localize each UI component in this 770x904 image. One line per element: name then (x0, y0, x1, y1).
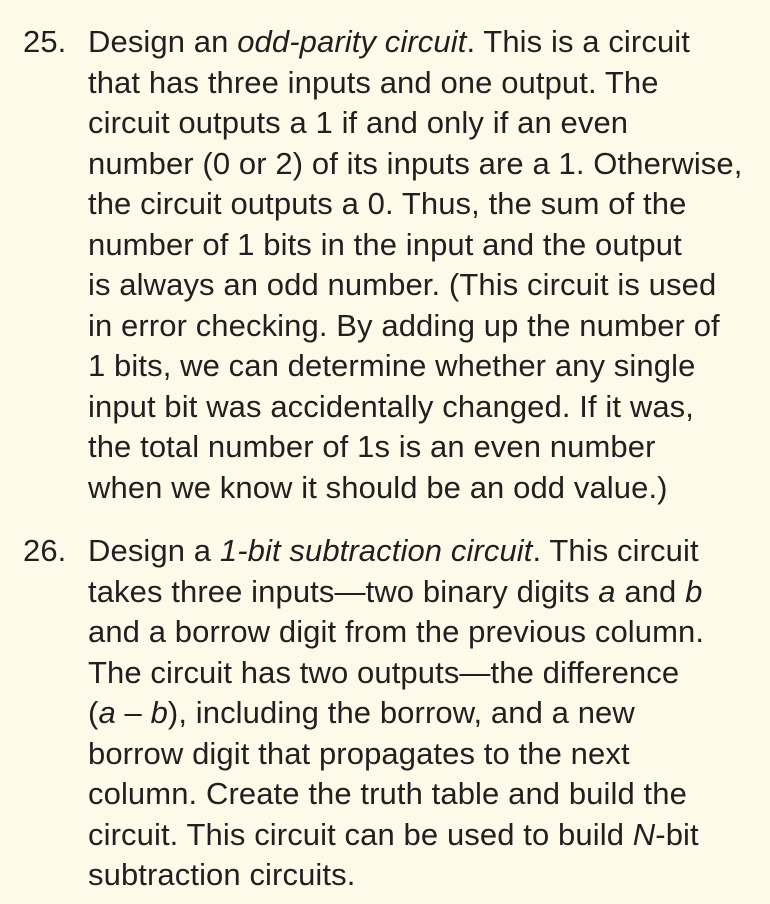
text-run: borrow digit that propagates to the next (88, 735, 630, 771)
italic-term: N (632, 816, 656, 852)
text-run: subtraction circuits. (88, 857, 356, 892)
text-run: number of 1 bits in the input and the ou… (88, 226, 682, 262)
text-run: the total number of 1s is an even number (88, 429, 656, 464)
text-run: that has three inputs and one output. Th… (88, 64, 659, 100)
text-line: Design a 1-bit subtraction circuit. This… (88, 531, 699, 572)
text-line: the total number of 1s is an even number (88, 427, 656, 468)
italic-term: a (98, 695, 116, 730)
text-run: circuit. This circuit can be used to bui… (88, 816, 633, 852)
text-run: -bit (655, 816, 699, 852)
text-line: the circuit outputs a 0. Thus, the sum o… (88, 184, 686, 225)
text-run: – (115, 695, 151, 730)
text-line: subtraction circuits. (88, 855, 355, 896)
text-run: ( (88, 695, 99, 730)
text-run: input bit was accidentally changed. If i… (88, 388, 694, 424)
text-line: takes three inputs—two binary digits a a… (88, 572, 702, 613)
text-line: The circuit has two outputs—the differen… (88, 653, 679, 694)
text-line: (a – b), including the borrow, and a new (88, 693, 635, 734)
text-run: 1 bits, we can determine whether any sin… (88, 348, 696, 383)
text-line: number of 1 bits in the input and the ou… (88, 225, 682, 266)
text-line: 1 bits, we can determine whether any sin… (88, 346, 695, 387)
text-line: Design an odd-parity circuit. This is a … (88, 22, 690, 63)
text-line: borrow digit that propagates to the next (88, 734, 630, 775)
text-line: in error checking. By adding up the numb… (88, 306, 720, 347)
text-line: circuit. This circuit can be used to bui… (88, 815, 699, 856)
exercise-number: 26. (23, 533, 67, 568)
text-run: number (0 or 2) of its inputs are a 1. O… (88, 145, 743, 181)
italic-term: odd-parity circuit (237, 24, 467, 59)
italic-term: a (598, 573, 616, 609)
text-run: is always an odd number. (This circuit i… (88, 267, 717, 302)
text-run: in error checking. By adding up the numb… (88, 307, 720, 343)
text-line: is always an odd number. (This circuit i… (88, 265, 716, 306)
text-run: circuit outputs a 1 if and only if an ev… (88, 105, 629, 140)
text-run: and a borrow digit from the previous col… (88, 614, 705, 649)
text-run: . This circuit (532, 533, 699, 568)
text-run: the circuit outputs a 0. Thus, the sum o… (88, 186, 687, 221)
text-run: when we know it should be an odd value.) (88, 469, 668, 505)
text-run: column. Create the truth table and build… (88, 776, 687, 811)
text-line: circuit outputs a 1 if and only if an ev… (88, 103, 628, 144)
text-run: Design a (88, 533, 220, 568)
text-run: . This is a circuit (466, 24, 690, 59)
text-run: ), including the borrow, and a new (167, 695, 635, 730)
italic-term: b (150, 695, 168, 730)
text-line: column. Create the truth table and build… (88, 774, 687, 815)
text-line: and a borrow digit from the previous col… (88, 612, 704, 653)
text-line: when we know it should be an odd value.) (88, 468, 668, 509)
text-run: The circuit has two outputs—the differen… (88, 654, 680, 690)
text-run: and (615, 573, 686, 609)
textbook-page: { "problems": [ { "number": "25.", "line… (0, 0, 770, 904)
italic-term: b (685, 573, 703, 609)
text-line: number (0 or 2) of its inputs are a 1. O… (88, 144, 742, 185)
text-run: takes three inputs—two binary digits (88, 573, 599, 609)
text-line: that has three inputs and one output. Th… (88, 63, 659, 104)
text-line: input bit was accidentally changed. If i… (88, 387, 694, 428)
exercise-number: 25. (23, 24, 67, 59)
text-run: Design an (88, 24, 238, 59)
italic-term: 1-bit subtraction circuit (219, 533, 533, 568)
